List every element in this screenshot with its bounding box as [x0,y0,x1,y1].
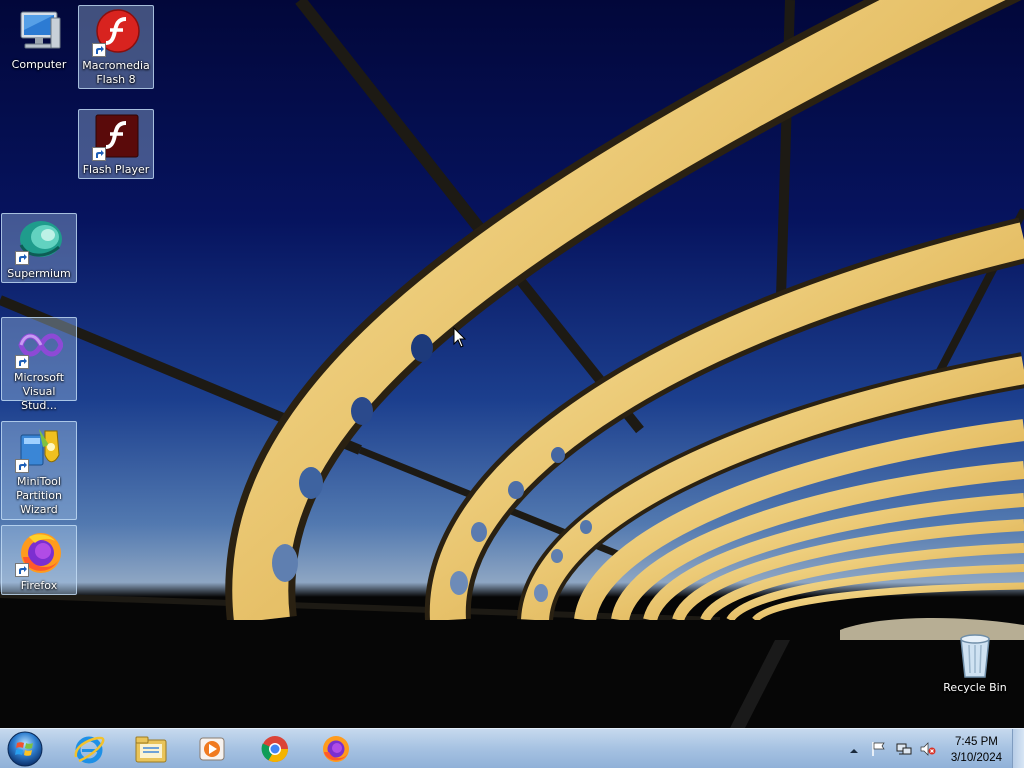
clock-date: 3/10/2024 [950,752,1002,764]
shortcut-arrow-icon [15,355,29,369]
internet-explorer-icon [74,736,105,764]
show-hidden-icons-button[interactable] [848,742,864,758]
shortcut-arrow-icon [15,459,29,473]
desktop-icon-visual-studio[interactable]: Microsoft Visual Stud... [1,317,77,412]
desktop-icon-macromedia-flash[interactable]: Macromedia Flash 8 [78,5,154,89]
flash-player-icon [92,113,140,161]
volume-button[interactable] [920,741,936,757]
taskbar-file-explorer[interactable] [124,731,178,767]
firefox-icon [323,736,349,762]
shortcut-arrow-icon [15,251,29,265]
taskbar-firefox[interactable] [309,731,363,767]
desktop-icon-label: Flash Player [82,163,150,176]
action-center-button[interactable] [870,741,886,757]
desktop-icon-label: Macromedia Flash 8 [82,59,150,86]
macromedia-flash-icon [92,9,140,57]
action-center-flag-icon [872,742,885,756]
show-desktop-button[interactable] [1012,729,1024,768]
desktop-icon-label: Recycle Bin [943,681,1007,694]
notification-area: 7:45 PM 3/10/2024 [834,729,1024,769]
desktop-icon-flash-player[interactable]: Flash Player [78,109,154,179]
minitool-partition-wizard-icon [15,425,63,473]
file-explorer-icon [135,736,167,763]
network-icon [896,743,912,755]
desktop-icon-supermium[interactable]: Supermium [1,213,77,283]
windows-start-orb-icon [7,731,43,767]
desktop-icon-recycle-bin[interactable]: Recycle Bin [937,628,1013,698]
desktop-icon-label: Microsoft Visual Stud... [13,371,65,412]
recycle-bin-icon [951,631,999,679]
taskbar-chrome[interactable] [248,731,302,767]
mouse-cursor-icon [453,327,467,348]
desktop-icon-label: Computer [11,58,67,71]
desktop-icon-computer[interactable]: Computer [1,5,77,73]
desktop-icon-label: Firefox [20,579,58,592]
clock-time: 7:45 PM [955,736,998,748]
desktop-icon-label: Supermium [7,267,71,280]
desktop[interactable]: Computer Macromedia Flash 8 Flash Player… [0,0,1024,728]
clock[interactable]: 7:45 PM 3/10/2024 [951,734,1002,766]
chrome-icon [261,736,289,763]
shortcut-arrow-icon [92,147,106,161]
network-button[interactable] [896,741,912,757]
show-hidden-icons-arrow-icon [850,749,858,753]
volume-muted-icon [920,742,936,756]
shortcut-arrow-icon [92,43,106,57]
desktop-icon-firefox[interactable]: Firefox [1,525,77,595]
visual-studio-icon [15,321,64,369]
supermium-icon [15,217,63,265]
taskbar: 7:45 PM 3/10/2024 [0,728,1024,768]
taskbar-internet-explorer[interactable] [62,731,116,767]
start-button[interactable] [6,730,44,768]
taskbar-media-player[interactable] [185,731,239,767]
firefox-icon [15,529,63,577]
shortcut-arrow-icon [15,563,29,577]
desktop-icon-minitool[interactable]: MiniTool Partition Wizard [1,421,77,520]
computer-icon [15,8,63,56]
media-player-icon [199,737,225,761]
desktop-icon-label: MiniTool Partition Wizard [16,475,62,516]
